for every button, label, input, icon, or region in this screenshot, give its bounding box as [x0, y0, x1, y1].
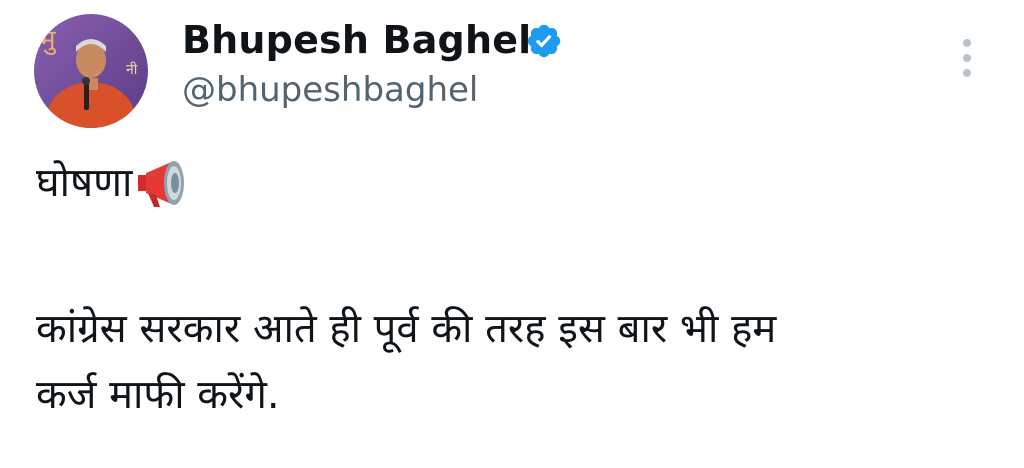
verified-badge-icon [527, 24, 561, 58]
svg-text:नी: नी [126, 61, 138, 78]
avatar[interactable]: मु नी [34, 14, 148, 128]
display-name[interactable]: Bhupesh Baghel [182, 14, 531, 66]
heading-text: घोषणा [36, 160, 133, 206]
tweet-body: कांग्रेस सरकार आते ही पूर्व की तरह इस बा… [36, 296, 996, 428]
tweet-card: मु नी Bhupesh Baghel @bhupeshbaghel घोषण… [0, 0, 1024, 468]
tweet-heading: घोषणा [36, 152, 192, 214]
megaphone-icon [138, 161, 185, 207]
more-options-icon[interactable] [952, 36, 982, 80]
tweet-body-line: कर्ज माफी करेंगे. [36, 372, 280, 418]
user-handle[interactable]: @bhupeshbaghel [182, 64, 478, 116]
profile-photo-icon: मु नी [34, 14, 148, 128]
svg-text:मु: मु [40, 25, 57, 55]
tweet-body-line: कांग्रेस सरकार आते ही पूर्व की तरह इस बा… [36, 306, 777, 352]
